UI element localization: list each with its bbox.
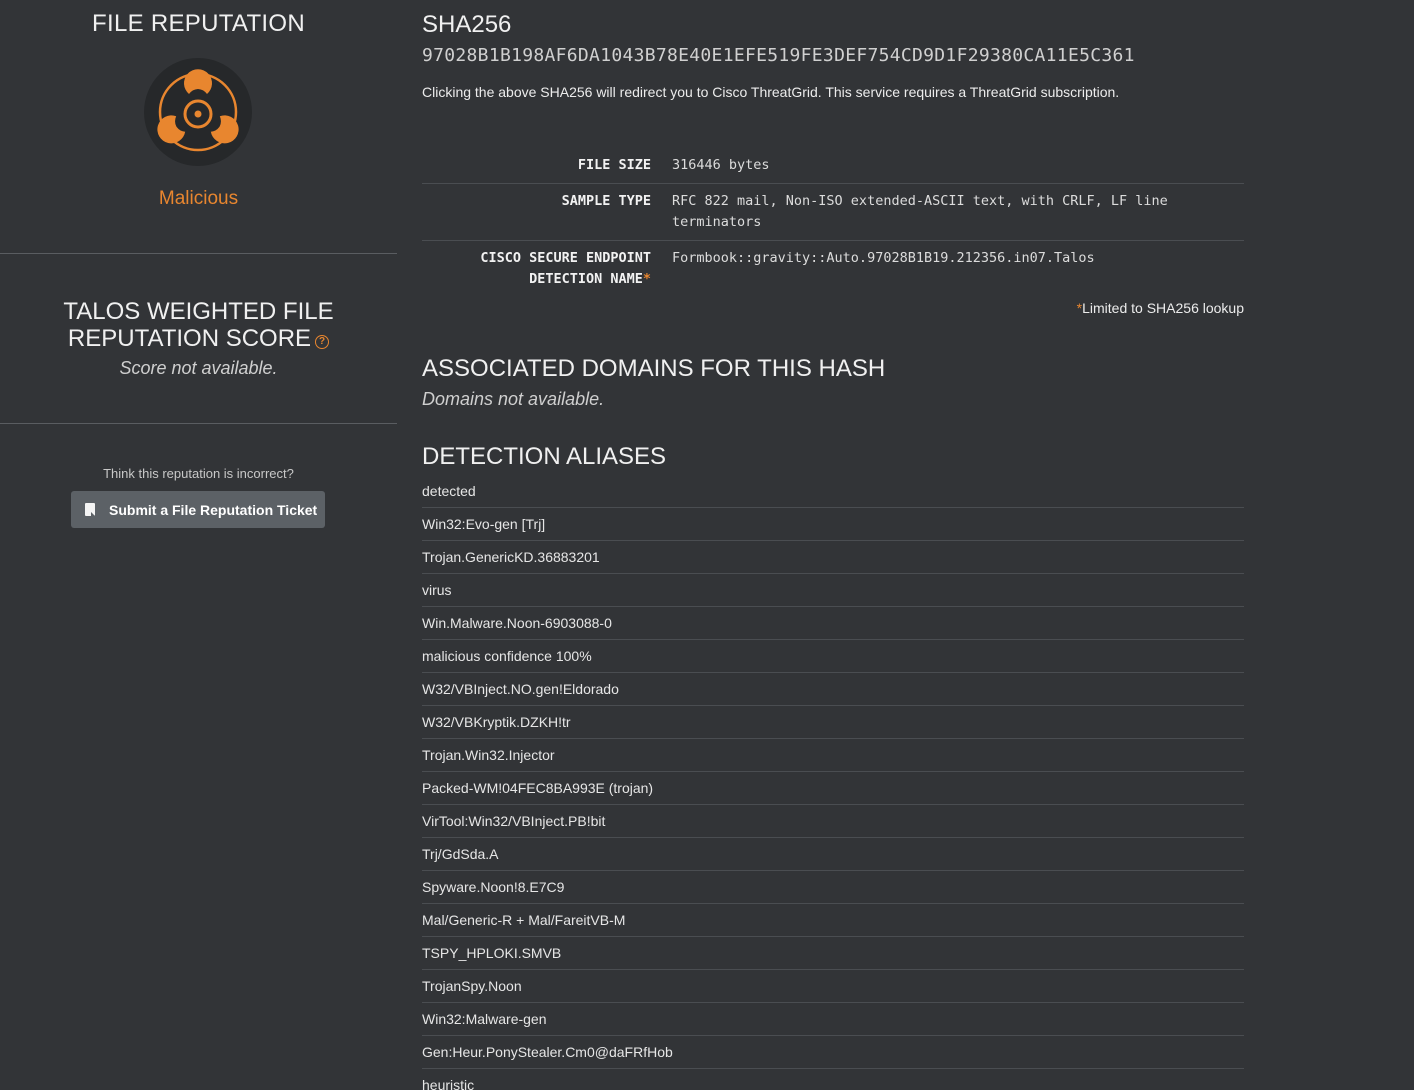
detection-aliases-list: detected Win32:Evo-gen [Trj] Trojan.Generi… [422,475,1244,1090]
alias-item: Trj/GdSda.A [422,838,1244,871]
file-info-table: FILE SIZE 316446 bytes SAMPLE TYPE RFC 8… [422,148,1244,297]
alias-item: W32/VBInject.NO.gen!Eldorado [422,673,1244,706]
alias-item: Gen:Heur.PonyStealer.Cm0@daFRfHob [422,1036,1244,1069]
limited-note: *Limited to SHA256 lookup [1077,300,1244,316]
score-not-available: Score not available. [119,358,278,378]
submit-ticket-button[interactable]: Submit a File Reputation Ticket [71,491,325,528]
help-icon[interactable]: ? [315,335,330,349]
alias-item: virus [422,574,1244,607]
sha256-link[interactable]: 97028B1B198AF6DA1043B78E40E1EFE519FE3DEF… [422,45,1135,66]
detection-name-label: CISCO SECURE ENDPOINT DETECTION NAME* [422,248,672,290]
alias-item: Win32:Evo-gen [Trj] [422,508,1244,541]
limited-note-text: Limited to SHA256 lookup [1082,300,1244,316]
associated-domains-title: ASSOCIATED DOMAINS FOR THIS HASH [422,355,886,382]
detection-name-value: Formbook::gravity::Auto.97028B1B19.21235… [672,250,1095,266]
alias-item: Trojan.Win32.Injector [422,739,1244,772]
sample-type-row: SAMPLE TYPE RFC 822 mail, Non-ISO extend… [422,184,1244,241]
alias-item: TSPY_HPLOKI.SMVB [422,937,1244,970]
document-icon [85,503,95,516]
alias-item: heuristic [422,1069,1244,1090]
alias-item: Win32:Malware-gen [422,1003,1244,1036]
sha256-title: SHA256 [422,11,512,38]
reputation-sidebar: FILE REPUTATION Malicious TALOS WEIGHTED… [0,0,397,1090]
alias-item: TrojanSpy.Noon [422,970,1244,1003]
alias-item: Mal/Generic-R + Mal/FareitVB-M [422,904,1244,937]
domains-not-available: Domains not available. [422,389,605,409]
detection-aliases-title: DETECTION ALIASES [422,443,667,470]
file-size-value: 316446 bytes [672,157,770,173]
score-title-text: TALOS WEIGHTED FILE REPUTATION SCORE [63,298,334,352]
alias-item: VirTool:Win32/VBInject.PB!bit [422,805,1244,838]
file-reputation-page: FILE REPUTATION Malicious TALOS WEIGHTED… [0,0,1414,1090]
incorrect-prompt: Think this reputation is incorrect? [103,466,294,481]
alias-item: malicious confidence 100% [422,640,1244,673]
score-title: TALOS WEIGHTED FILE REPUTATION SCORE? [0,298,397,352]
detection-name-row: CISCO SECURE ENDPOINT DETECTION NAME* Fo… [422,241,1244,297]
verdict-label: Malicious [158,188,239,209]
file-size-row: FILE SIZE 316446 bytes [422,148,1244,184]
alias-item: Win.Malware.Noon-6903088-0 [422,607,1244,640]
sha256-note: Clicking the above SHA256 will redirect … [422,84,1120,100]
sample-type-value: RFC 822 mail, Non-ISO extended-ASCII tex… [672,193,1168,230]
alias-item: Trojan.GenericKD.36883201 [422,541,1244,574]
asterisk-marker: * [642,271,651,287]
section-divider [0,423,397,424]
biohazard-icon [144,58,252,166]
alias-item: W32/VBKryptik.DZKH!tr [422,706,1244,739]
sample-type-label: SAMPLE TYPE [561,193,651,209]
file-reputation-title: FILE REPUTATION [92,10,305,37]
section-divider [0,253,397,254]
submit-ticket-label: Submit a File Reputation Ticket [109,501,318,518]
alias-item: Spyware.Noon!8.E7C9 [422,871,1244,904]
file-size-label: FILE SIZE [577,157,651,173]
detection-name-label-text: CISCO SECURE ENDPOINT DETECTION NAME [480,250,651,287]
alias-item: Packed-WM!04FEC8BA993E (trojan) [422,772,1244,805]
alias-item: detected [422,475,1244,508]
